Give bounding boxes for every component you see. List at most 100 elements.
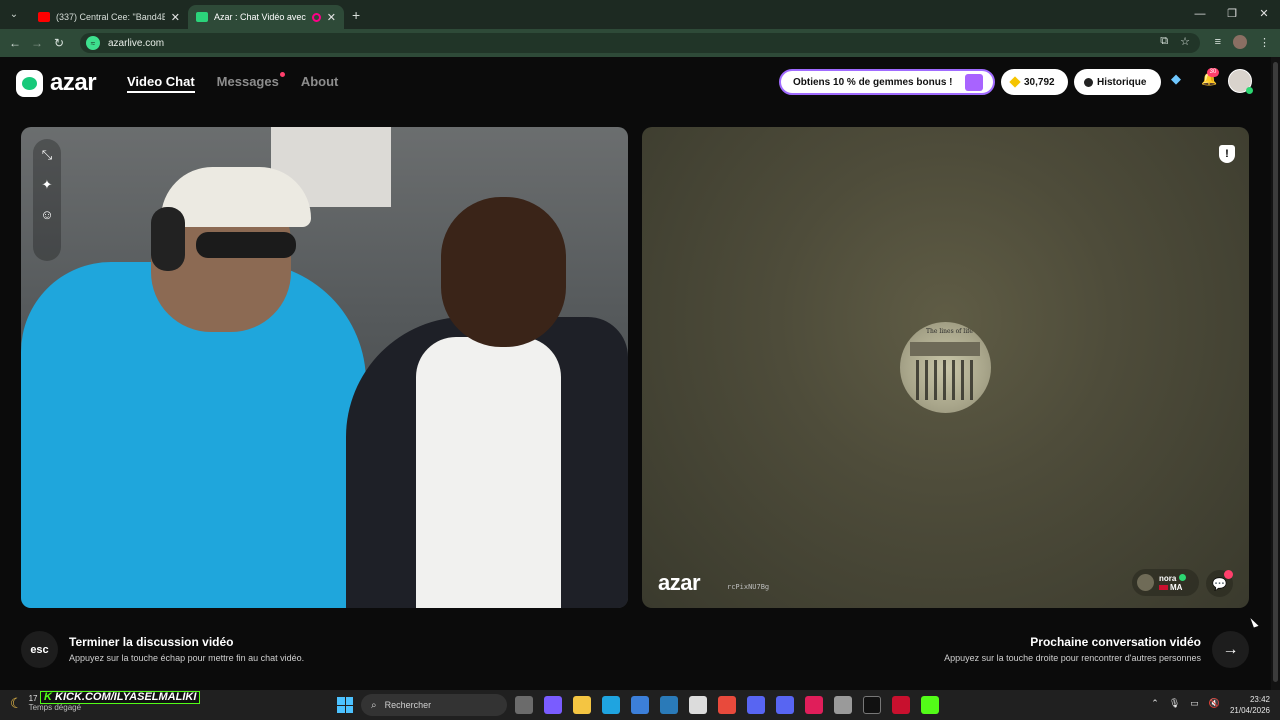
gaming-icon[interactable]	[747, 696, 765, 714]
site-info-icon[interactable]: ≈	[86, 36, 100, 50]
volume-mute-icon[interactable]: 🔇	[1209, 698, 1220, 709]
new-tab-button[interactable]: +	[352, 7, 360, 23]
gems-balance-button[interactable]: 30,792	[1001, 69, 1068, 95]
kick-app-icon[interactable]	[921, 696, 939, 714]
edge-icon[interactable]	[602, 696, 620, 714]
outlook-icon[interactable]	[660, 696, 678, 714]
profile-avatar-icon[interactable]	[1233, 35, 1247, 49]
nav-video-chat[interactable]: Video Chat	[127, 74, 195, 93]
chat-bubble-icon[interactable]: ◆	[1171, 71, 1181, 87]
weather-text: Temps dégagé	[28, 703, 82, 712]
thumb-crowd	[916, 360, 974, 400]
partner-country: MA	[1170, 582, 1183, 592]
back-icon[interactable]: ←	[4, 36, 26, 50]
chrome-icon[interactable]	[718, 696, 736, 714]
face-filter-icon[interactable]: ☺	[40, 207, 53, 222]
report-icon[interactable]: !	[1219, 145, 1235, 163]
user-avatar[interactable]	[1228, 69, 1253, 94]
thumb-arch	[910, 342, 980, 356]
nav-about[interactable]: About	[301, 74, 339, 93]
url-text: azarlive.com	[108, 37, 165, 49]
store-icon[interactable]	[631, 696, 649, 714]
moon-icon: ☾	[10, 694, 23, 711]
notification-badge: 30	[1207, 68, 1219, 77]
esc-key-button[interactable]: esc	[21, 631, 58, 668]
copilot-icon[interactable]	[544, 696, 562, 714]
gem-bonus-promo-button[interactable]: Obtiens 10 % de gemmes bonus !	[779, 69, 995, 95]
page-scrollbar[interactable]	[1271, 57, 1280, 690]
partner-name: nora	[1159, 573, 1177, 583]
azar-logo[interactable]: azar	[16, 69, 97, 97]
next-chat-subtitle: Appuyez sur la touche droite pour rencon…	[944, 653, 1201, 663]
browser-tab-azar[interactable]: Azar : Chat Vidéo avec de n ✕	[188, 5, 344, 29]
file-explorer-icon[interactable]	[573, 696, 591, 714]
online-status-dot	[1246, 87, 1253, 94]
window-controls: — ❐ ✕	[1184, 0, 1280, 29]
headset	[151, 207, 185, 271]
date: 21/04/2026	[1229, 706, 1270, 715]
unread-dot	[279, 72, 285, 77]
video-tools: ⤡ ✦ ☺	[33, 139, 61, 261]
gift-icon	[965, 74, 983, 91]
azar-logo-icon	[16, 69, 43, 97]
history-button[interactable]: Historique	[1074, 69, 1161, 95]
forward-icon[interactable]: →	[26, 36, 48, 50]
next-chat-hint: Prochaine conversation vidéo Appuyez sur…	[944, 635, 1201, 663]
scrollbar-thumb[interactable]	[1273, 62, 1278, 682]
kick-logo-icon: K	[44, 691, 52, 703]
system-tray: ⌃ 🎙 ▭ 🔇	[1151, 698, 1220, 709]
nav-messages[interactable]: Messages	[216, 72, 285, 93]
app-icon[interactable]	[689, 696, 707, 714]
discord-icon[interactable]	[776, 696, 794, 714]
mic-icon[interactable]: 🎙	[1169, 698, 1180, 709]
browser-toolbar: ← → ↻ ≈ azarlive.com ⧉ ☆ ≡ ⋮	[0, 29, 1280, 57]
minimize-icon[interactable]: —	[1184, 0, 1216, 29]
next-chat-button[interactable]: →	[1212, 631, 1249, 668]
bookmark-star-icon[interactable]: ☆	[1180, 35, 1190, 48]
browser-tab-youtube[interactable]: (337) Central Cee: "Band4Band" ✕	[30, 5, 188, 29]
pinned-apps	[515, 696, 939, 714]
address-bar[interactable]: ≈ azarlive.com	[80, 33, 1200, 53]
speech-bubble-icon: 💬	[1212, 576, 1227, 591]
install-app-icon[interactable]: ⧉	[1160, 35, 1168, 48]
verified-icon	[1179, 573, 1187, 581]
menu-kebab-icon[interactable]: ⋮	[1259, 36, 1270, 49]
chat-button[interactable]: 💬	[1206, 570, 1233, 597]
adobe-icon[interactable]	[805, 696, 823, 714]
restore-icon[interactable]: ❐	[1216, 0, 1248, 29]
azar-watermark: azar	[658, 570, 701, 595]
end-chat-subtitle: Appuyez sur la touche échap pour mettre …	[69, 653, 305, 663]
app-icon-2[interactable]	[834, 696, 852, 714]
magic-wand-icon[interactable]: ✦	[42, 177, 53, 193]
partner-profile-chip[interactable]: nora MA	[1132, 569, 1199, 596]
start-button[interactable]	[337, 697, 353, 713]
close-window-icon[interactable]: ✕	[1248, 0, 1280, 29]
browser-extensions: ≡ ⋮	[1215, 35, 1270, 49]
thumb-caption: The lines of life	[926, 328, 973, 335]
obs-icon[interactable]	[863, 696, 881, 714]
taskbar-search[interactable]: ⌕ Rechercher	[361, 694, 507, 716]
close-tab-icon[interactable]: ✕	[171, 11, 180, 24]
minimize-video-icon[interactable]: ⤡	[42, 147, 52, 163]
address-actions: ⧉ ☆	[1160, 35, 1190, 48]
reload-icon[interactable]: ↻	[48, 36, 70, 50]
sunglasses	[196, 232, 296, 258]
chevron-up-icon[interactable]: ⌃	[1151, 698, 1159, 709]
tab-search-icon[interactable]: ⌄	[4, 5, 24, 25]
chat-badge	[1224, 570, 1233, 579]
arrow-right-icon: →	[1222, 640, 1239, 658]
clock-icon	[1084, 77, 1093, 87]
display-icon[interactable]: ▭	[1190, 698, 1199, 709]
azar-app: azar Video Chat Messages About Obtiens 1…	[0, 57, 1280, 690]
person-right-shirt	[416, 337, 561, 608]
search-placeholder: Rechercher	[384, 700, 432, 710]
nav-messages-label: Messages	[216, 74, 279, 89]
end-chat-title: Terminer la discussion vidéo	[69, 635, 234, 649]
task-view-icon[interactable]	[515, 696, 533, 714]
media-control-icon[interactable]: ≡	[1215, 36, 1221, 48]
close-tab-icon[interactable]: ✕	[327, 11, 336, 24]
taskbar-clock[interactable]: 23:42 21/04/2026	[1230, 694, 1270, 716]
tab-title: (337) Central Cee: "Band4Band"	[56, 12, 165, 22]
stream-app-icon[interactable]	[892, 696, 910, 714]
history-label: Historique	[1097, 76, 1147, 88]
